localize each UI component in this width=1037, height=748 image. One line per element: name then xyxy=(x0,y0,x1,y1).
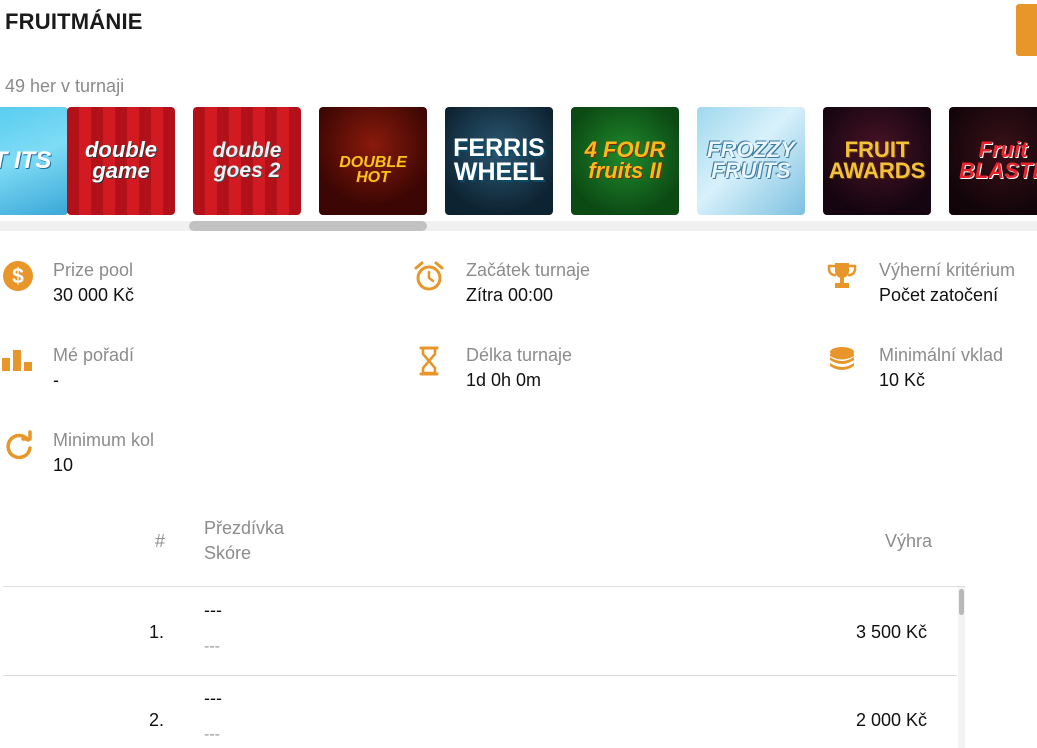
coin-stack-icon xyxy=(830,347,854,370)
duration-label: Délka turnaje xyxy=(466,345,573,365)
duration-value: 1d 0h 0m xyxy=(466,370,542,390)
row-prize: 3 500 Kč xyxy=(856,622,928,642)
dollar-coin-icon: $ xyxy=(3,261,33,291)
criterion-value: Počet zatočení xyxy=(879,285,999,305)
row-prize: 2 000 Kč xyxy=(856,710,928,730)
start-value: Zítra 00:00 xyxy=(466,285,554,305)
side-tab-button[interactable] xyxy=(1016,4,1037,56)
game-thumbnail[interactable]: Fruit BLASTE xyxy=(949,107,1037,215)
row-score: --- xyxy=(204,638,220,655)
carousel-scrollbar-track[interactable] xyxy=(0,221,1037,231)
game-thumbnail[interactable]: ET ITS xyxy=(0,107,68,215)
row-nickname: --- xyxy=(204,688,222,708)
game-thumbnail[interactable]: double goes 2 xyxy=(193,107,301,215)
prize-pool-value: 30 000 Kč xyxy=(53,285,135,305)
column-header-rank: # xyxy=(155,531,166,551)
table-divider xyxy=(3,675,957,676)
alarm-clock-icon xyxy=(414,261,444,291)
criterion-label: Výherní kritérium xyxy=(879,260,1016,280)
page-title: FRUITMÁNIE xyxy=(5,9,143,34)
game-thumbnail[interactable]: FERRIS WHEEL xyxy=(445,107,553,215)
game-thumbnail[interactable]: FRUIT AWARDS xyxy=(823,107,931,215)
game-thumbnail[interactable]: double game xyxy=(67,107,175,215)
table-scrollbar-thumb[interactable] xyxy=(959,589,964,615)
row-rank: 2. xyxy=(149,710,165,730)
carousel-scrollbar-thumb[interactable] xyxy=(189,221,427,231)
hourglass-icon xyxy=(419,346,439,376)
games-carousel[interactable]: ET ITS double game double goes 2 DOUBLE … xyxy=(0,107,1037,216)
games-count-label: 49 her v turnaji xyxy=(5,76,125,96)
bar-chart-icon xyxy=(2,350,32,371)
row-score: --- xyxy=(204,726,220,743)
game-thumbnail[interactable]: 4 FOUR fruits II xyxy=(571,107,679,215)
column-header-prize: Výhra xyxy=(885,531,933,551)
table-divider xyxy=(3,586,965,587)
rank-label: Mé pořadí xyxy=(53,345,135,365)
column-header-nickname: Přezdívka xyxy=(204,518,285,538)
prize-pool-label: Prize pool xyxy=(53,260,134,280)
min-rounds-label: Minimum kol xyxy=(53,430,155,450)
min-deposit-label: Minimální vklad xyxy=(879,345,1004,365)
rank-value: - xyxy=(53,370,59,390)
min-deposit-value: 10 Kč xyxy=(879,370,926,390)
column-header-score: Skóre xyxy=(204,543,252,563)
start-label: Začátek turnaje xyxy=(466,260,591,280)
game-thumbnail[interactable]: DOUBLE HOT xyxy=(319,107,427,215)
trophy-icon xyxy=(827,263,857,288)
svg-text:$: $ xyxy=(12,265,24,288)
row-nickname: --- xyxy=(204,600,222,620)
refresh-icon xyxy=(6,430,32,460)
min-rounds-value: 10 xyxy=(53,455,74,475)
game-thumbnail[interactable]: FROZZY FRUITS xyxy=(697,107,805,215)
row-rank: 1. xyxy=(149,622,165,642)
